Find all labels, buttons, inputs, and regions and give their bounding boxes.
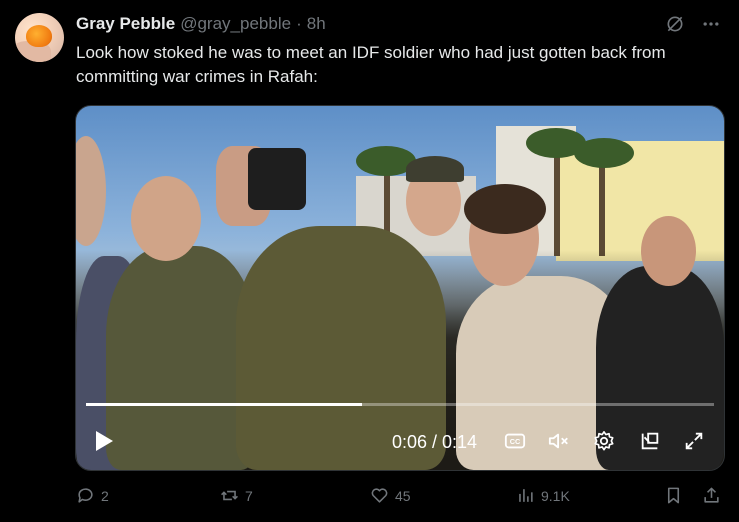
avatar-fruit [26,25,52,47]
author-name[interactable]: Gray Pebble [76,14,175,34]
views-button[interactable]: 9.1K [516,486,570,505]
reply-button[interactable]: 2 [76,486,109,505]
reply-count: 2 [101,487,109,504]
author-handle[interactable]: @gray_pebble [180,14,291,34]
bookmark-icon [667,487,680,504]
mute-icon[interactable] [548,430,570,452]
repost-count: 7 [245,487,253,504]
palm-frond [574,138,634,168]
view-count: 9.1K [541,487,570,504]
tweet-time[interactable]: 8h [307,14,326,34]
separator-dot: · [296,14,302,33]
repost-button[interactable]: 7 [220,486,253,505]
grok-icon[interactable] [665,14,685,39]
tweet-top-icons [665,14,721,39]
reply-icon [78,488,93,503]
hair [464,184,546,234]
settings-gear-icon[interactable] [593,430,615,452]
avatar[interactable] [15,13,64,62]
bookmark-button[interactable] [664,486,683,505]
captions-label: CC [510,437,521,446]
cap [406,156,464,182]
like-count: 45 [395,487,411,504]
video-timecode: 0:06 / 0:14 [392,432,478,452]
play-icon[interactable] [94,430,114,452]
tweet-text: Look how stoked he was to meet an IDF so… [76,43,666,86]
video-scrubber[interactable] [86,403,714,406]
picture-in-picture-icon[interactable] [639,430,661,452]
video-player[interactable]: 0:06 / 0:14 CC [75,105,725,471]
palm-tree [599,156,605,256]
fullscreen-icon[interactable] [683,430,705,452]
person-head [641,216,696,286]
like-button[interactable]: 45 [370,486,411,505]
tweet-header: Gray Pebble @gray_pebble · 8h [76,14,326,34]
more-options-icon[interactable] [701,14,721,39]
person-head [76,136,106,246]
phone [248,148,306,210]
tweet-actions: 2 7 45 9.1K [76,486,724,510]
palm-tree [554,146,560,256]
person-head [131,176,201,261]
video-controls: 0:06 / 0:14 CC [76,424,724,458]
captions-icon[interactable]: CC [504,430,526,452]
share-button[interactable] [702,486,721,505]
share-icon [704,487,719,503]
video-progress-fill [86,403,363,406]
heart-icon [371,488,388,503]
repost-icon [221,490,238,501]
views-chart-icon [519,489,533,502]
